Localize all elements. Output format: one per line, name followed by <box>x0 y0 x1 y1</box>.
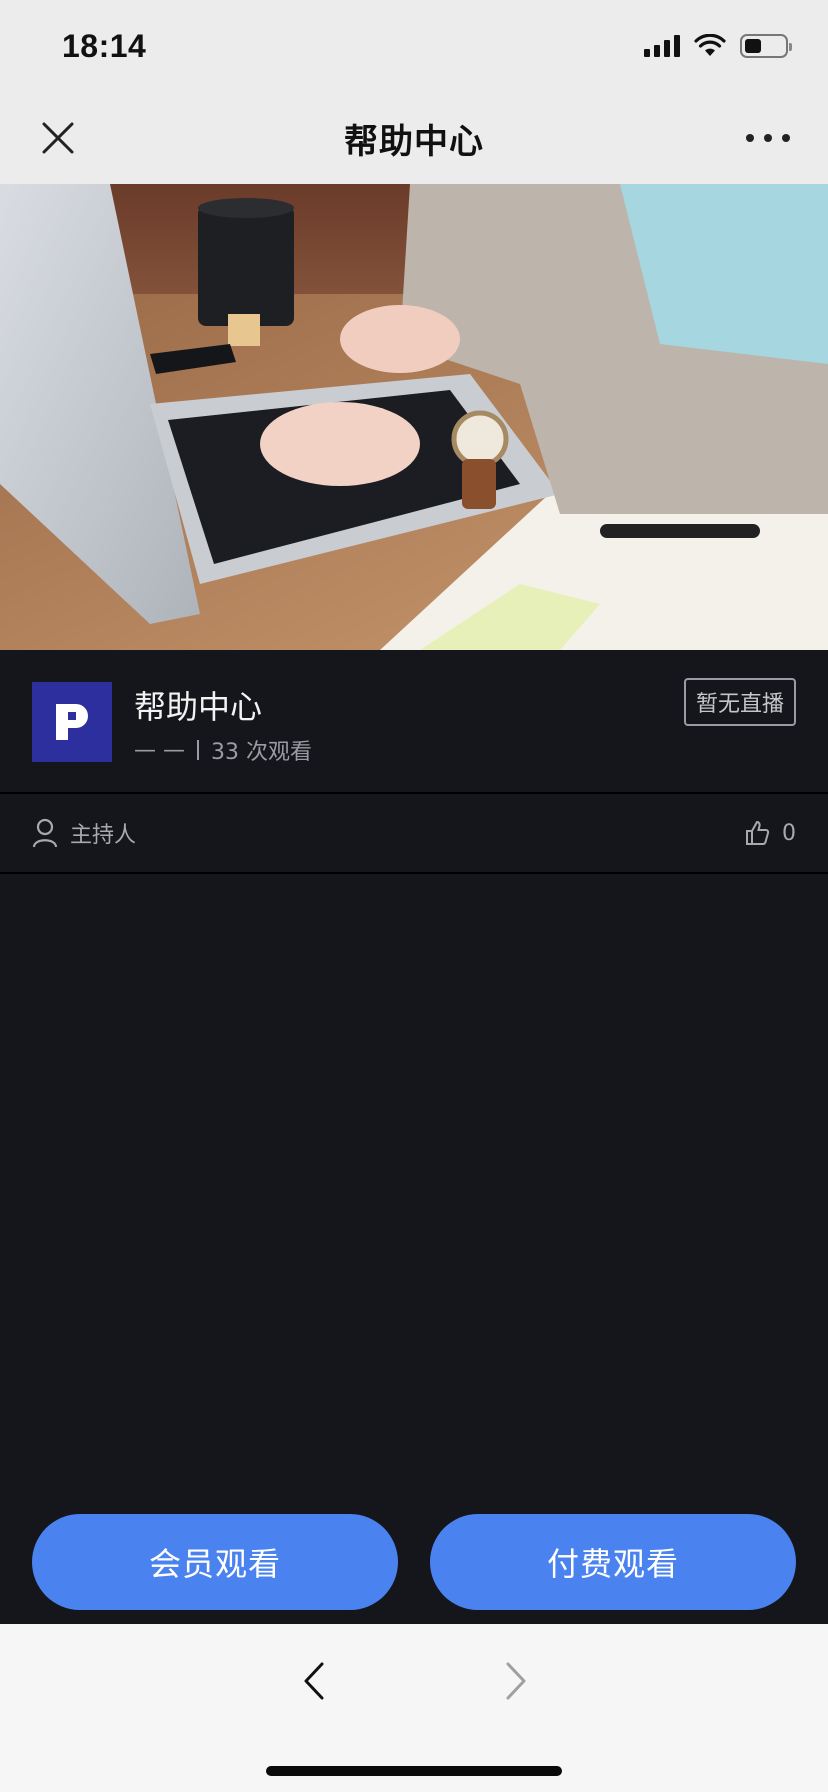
person-icon <box>32 818 58 848</box>
like-button[interactable]: 0 <box>744 820 796 846</box>
live-status-badge: 暂无直播 <box>683 678 796 726</box>
cellular-signal-icon <box>644 35 680 57</box>
host-placeholder-dashes: — — <box>134 737 185 763</box>
status-icons <box>644 34 792 58</box>
close-button[interactable] <box>38 118 78 158</box>
cover-image <box>0 184 828 650</box>
room-meta: — — 33 次观看 <box>134 734 312 766</box>
logo-p-icon <box>56 704 88 740</box>
more-dot-icon <box>782 134 790 142</box>
page-title: 帮助中心 <box>344 121 484 162</box>
meta-divider <box>197 740 199 760</box>
room-title: 帮助中心 <box>134 688 263 726</box>
host-info: 主持人 <box>32 817 136 849</box>
wifi-icon <box>694 34 726 56</box>
chevron-right-icon <box>506 1662 526 1700</box>
room-info: 帮助中心 — — 33 次观看 暂无直播 <box>0 650 828 794</box>
view-count: 33 次观看 <box>211 740 312 765</box>
host-label: 主持人 <box>70 823 137 848</box>
browser-bottom-bar <box>0 1624 828 1792</box>
close-icon <box>42 122 74 154</box>
nav-bar: 帮助中心 <box>0 92 828 184</box>
status-time: 18:14 <box>62 27 147 64</box>
home-indicator <box>266 1766 562 1776</box>
more-dot-icon <box>746 134 754 142</box>
paid-watch-button[interactable]: 付费观看 <box>430 1514 796 1610</box>
back-button[interactable] <box>294 1656 334 1706</box>
channel-logo <box>32 682 112 762</box>
battery-icon <box>740 34 792 58</box>
forward-button[interactable] <box>496 1656 536 1706</box>
status-bar: 18:14 <box>0 0 828 92</box>
cover-illustration <box>0 184 828 650</box>
member-watch-button[interactable]: 会员观看 <box>32 1514 398 1610</box>
action-buttons: 会员观看 付费观看 <box>0 1500 828 1624</box>
like-count: 0 <box>782 820 796 846</box>
more-options-button[interactable] <box>746 122 790 154</box>
more-dot-icon <box>764 134 772 142</box>
chevron-left-icon <box>304 1662 324 1700</box>
host-row: 主持人 0 <box>0 794 828 874</box>
thumbs-up-icon <box>746 820 770 845</box>
